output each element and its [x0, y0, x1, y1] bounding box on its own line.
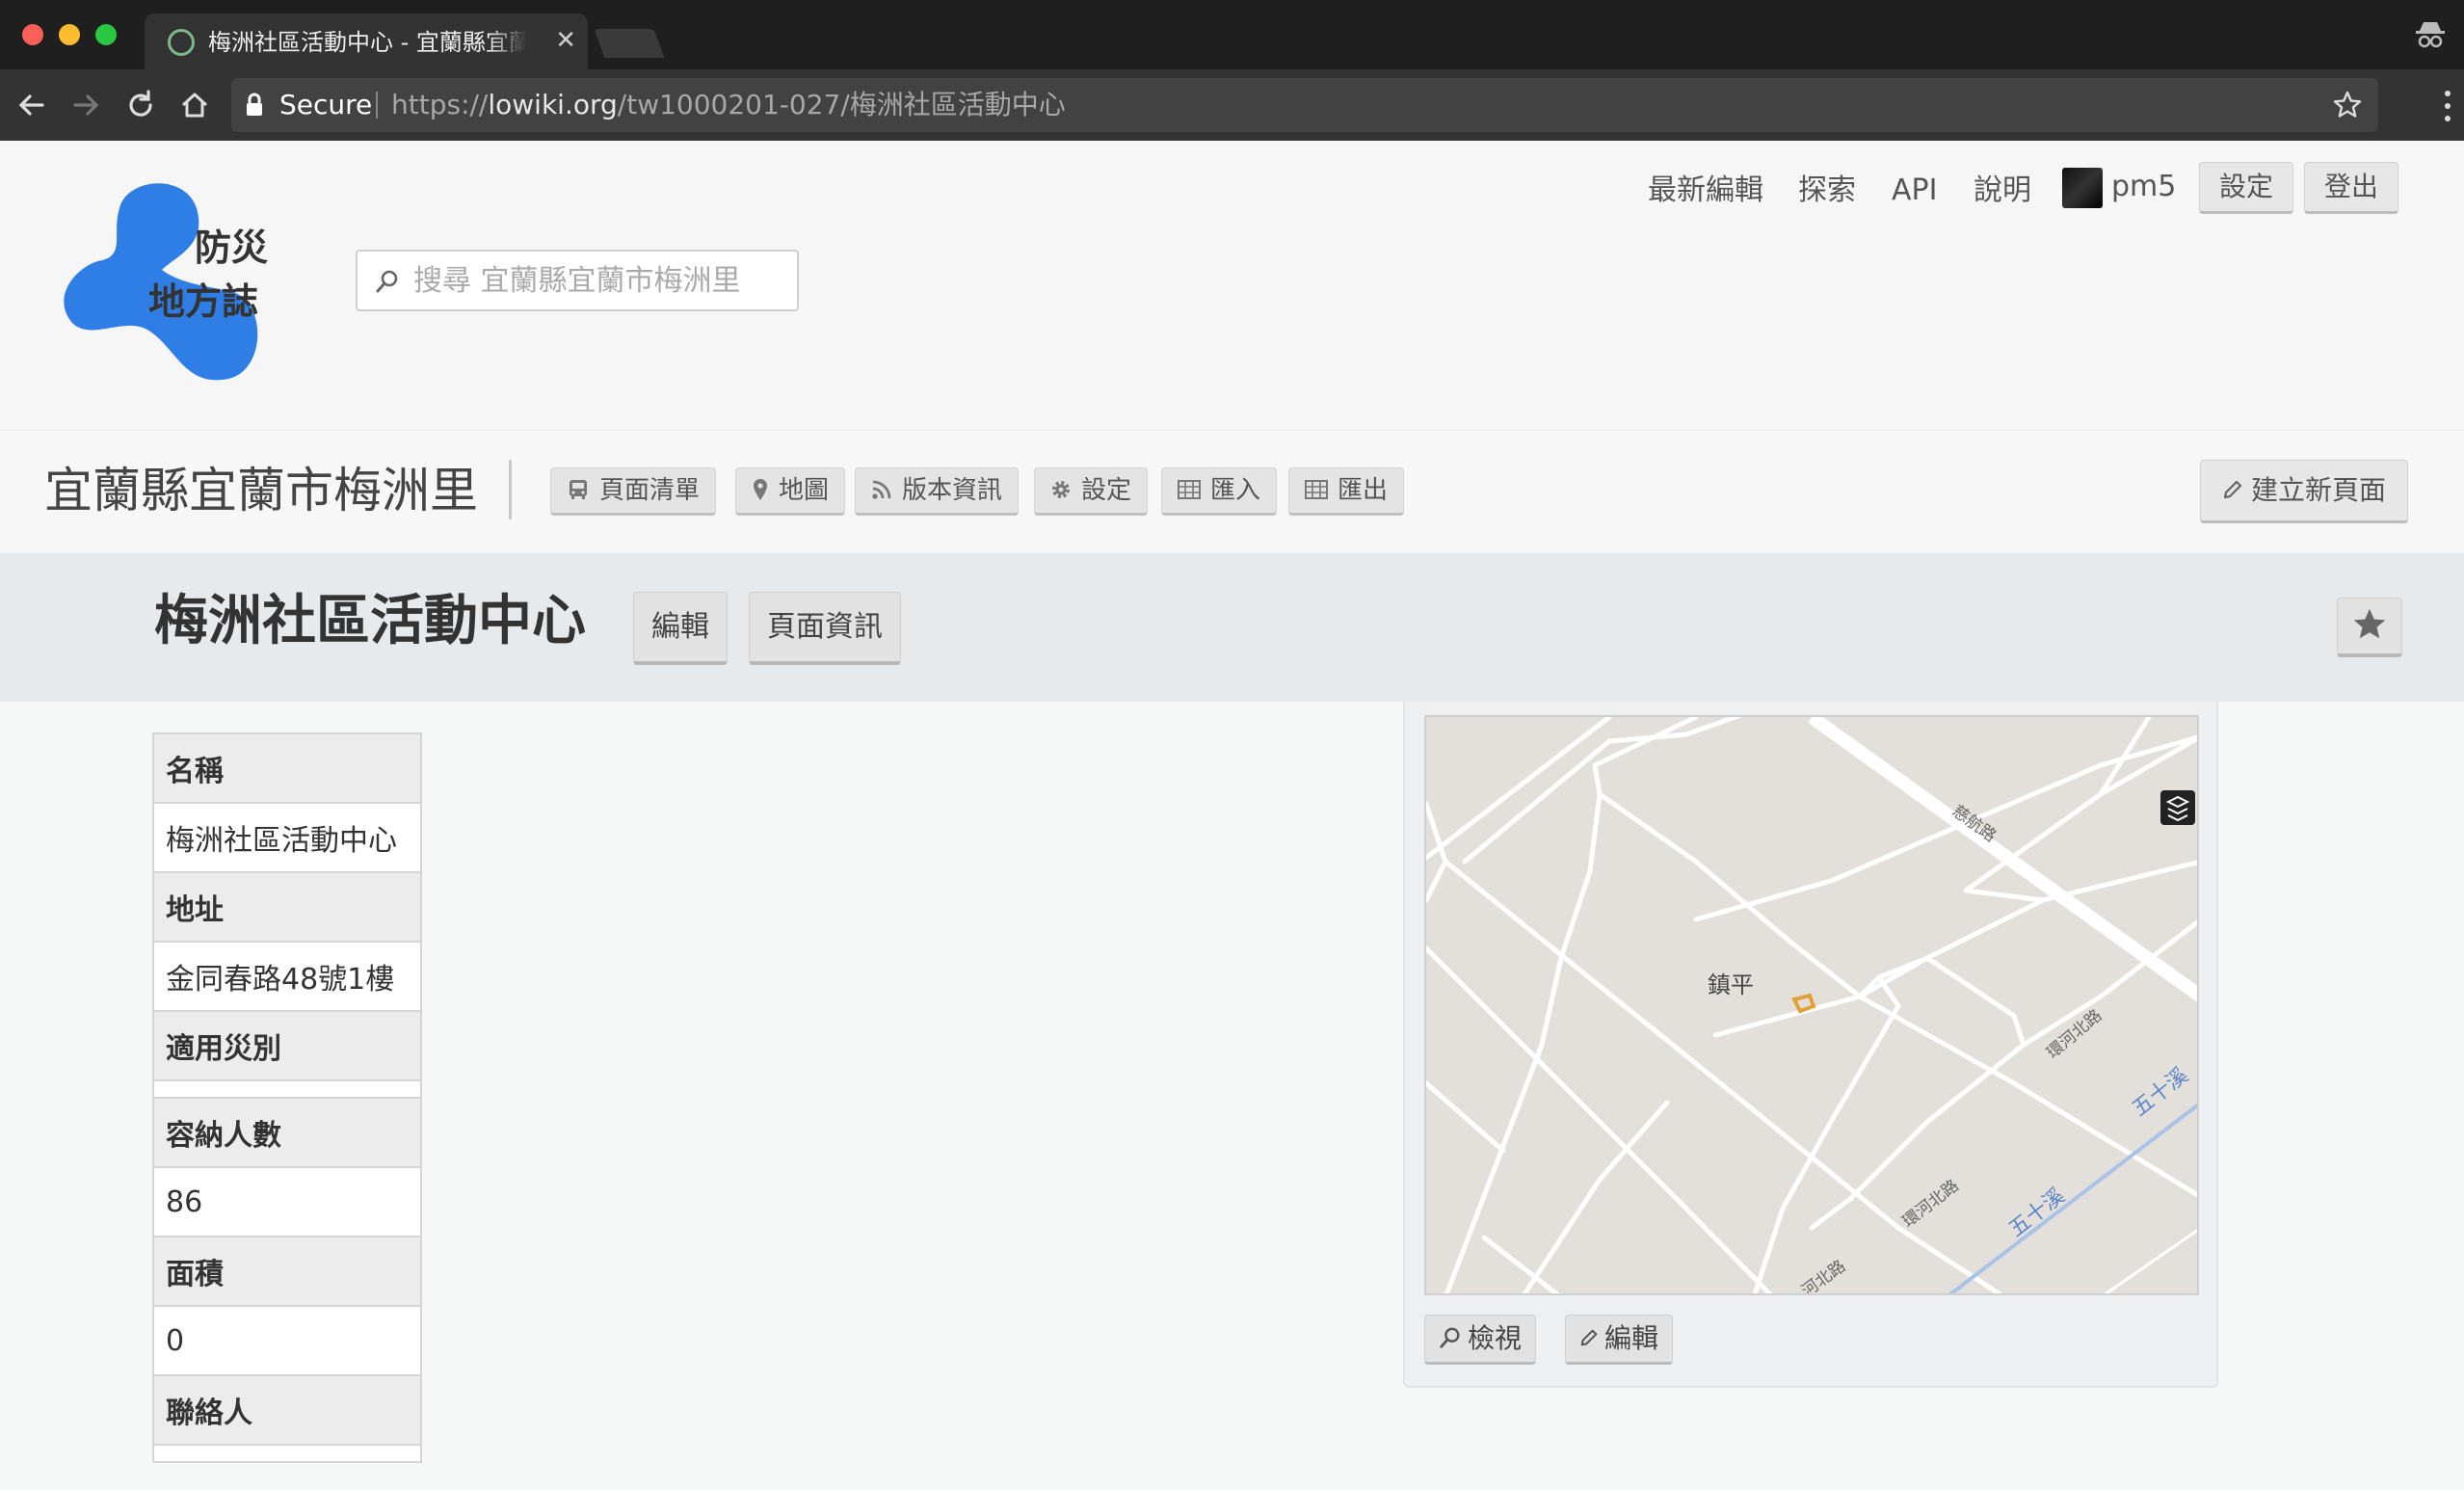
logo-text-line1: 防災 [195, 226, 268, 269]
url-path: /tw1000201-027/梅洲社區活動中心 [617, 89, 1066, 120]
region-settings-label: 設定 [1081, 476, 1132, 505]
nav-explore[interactable]: 探索 [1798, 173, 1856, 208]
disaster-type-label: 適用災別 [152, 1010, 422, 1081]
forward-arrow-icon[interactable] [67, 87, 104, 123]
layers-icon[interactable] [2160, 790, 2195, 825]
region-title[interactable]: 宜蘭縣宜蘭市梅洲里 [44, 462, 478, 519]
nav-help[interactable]: 說明 [1974, 173, 2031, 208]
new-tab-button[interactable] [594, 29, 665, 58]
changes-button[interactable]: 版本資訊 [855, 467, 1020, 516]
browser-toolbar: Secure https://lowiki.org/tw1000201-027/… [0, 69, 2464, 141]
url-text: https://lowiki.org/tw1000201-027/梅洲社區活動中… [391, 90, 1066, 120]
tab-title: 梅洲社區活動中心 - 宜蘭縣宜蘭市梅洲里 [208, 29, 526, 56]
reload-icon[interactable] [122, 87, 159, 123]
url-host: lowiki.org [488, 89, 618, 120]
table-icon [1178, 479, 1201, 499]
map-button[interactable]: 地圖 [735, 467, 846, 516]
region-divider [509, 460, 512, 519]
area-value: 0 [152, 1305, 422, 1376]
address-label: 地址 [152, 871, 422, 943]
minimize-window-button[interactable] [59, 24, 80, 45]
region-bar: 宜蘭縣宜蘭市梅洲里 頁面清單 地圖 版本資訊 設定 匯入 匯出 建立新頁面 [0, 430, 2464, 553]
area-label: 面積 [152, 1236, 422, 1307]
address-bar[interactable]: Secure https://lowiki.org/tw1000201-027/… [231, 78, 2378, 132]
incognito-icon [2416, 22, 2445, 48]
address-separator [376, 92, 378, 119]
create-page-label: 建立新頁面 [2250, 474, 2386, 506]
page-title: 梅洲社區活動中心 [154, 590, 586, 652]
home-icon[interactable] [176, 87, 213, 123]
export-button[interactable]: 匯出 [1288, 467, 1405, 516]
contact-label: 聯絡人 [152, 1374, 422, 1446]
bus-icon [570, 479, 587, 499]
page-info-button[interactable]: 頁面資訊 [749, 592, 901, 665]
avatar[interactable] [2062, 168, 2103, 208]
edit-page-button[interactable]: 編輯 [633, 592, 728, 665]
page-title-bar: 梅洲社區活動中心 編輯 頁面資訊 [0, 553, 2464, 702]
import-button[interactable]: 匯入 [1161, 467, 1278, 516]
table-icon [1305, 479, 1328, 499]
nav-api[interactable]: API [1892, 173, 1937, 208]
map-marker-icon [754, 478, 767, 500]
page-list-label: 頁面清單 [599, 476, 701, 505]
capacity-value: 86 [152, 1166, 422, 1237]
pencil-icon [2223, 480, 2242, 499]
nav-recent-edits[interactable]: 最新編輯 [1648, 173, 1763, 208]
map[interactable]: 鎮平 慈航路 環河北路 環河北路 河北路 五十溪 五十溪 [1424, 715, 2199, 1295]
map-place-label: 鎮平 [1708, 971, 1754, 998]
maximize-window-button[interactable] [95, 24, 117, 45]
logo-text-line2: 地方誌 [148, 280, 258, 323]
close-window-button[interactable] [22, 24, 43, 45]
rss-icon [872, 480, 891, 499]
browser-tab[interactable]: 梅洲社區活動中心 - 宜蘭縣宜蘭市梅洲里 ✕ [145, 13, 588, 69]
browser-menu-icon[interactable] [2443, 89, 2452, 123]
page-list-button[interactable]: 頁面清單 [550, 467, 717, 516]
contact-value [152, 1444, 422, 1463]
name-value: 梅洲社區活動中心 [152, 802, 422, 873]
changes-label: 版本資訊 [902, 476, 1003, 505]
site-logo[interactable]: 防災 地方誌 [62, 179, 283, 387]
map-view-button[interactable]: 檢視 [1424, 1315, 1537, 1365]
site-header: 防災 地方誌 最新編輯 探索 API 說明 pm5 設定 登出 [0, 141, 2464, 430]
name-label: 名稱 [152, 732, 422, 804]
info-table: 名稱 梅洲社區活動中心 地址 金同春路48號1樓 適用災別 容納人數 86 面積… [152, 732, 422, 1463]
map-panel: 鎮平 慈航路 環河北路 環河北路 河北路 五十溪 五十溪 檢視 編輯 [1403, 702, 2218, 1388]
star-icon [2353, 608, 2386, 639]
tab-close-icon[interactable]: ✕ [555, 26, 576, 55]
search-icon [1440, 1327, 1460, 1348]
back-arrow-icon[interactable] [13, 87, 50, 123]
username-link[interactable]: pm5 [2111, 170, 2176, 204]
map-label: 地圖 [779, 476, 830, 505]
pencil-icon [1580, 1329, 1598, 1346]
map-edit-button[interactable]: 編輯 [1565, 1315, 1674, 1365]
search-input[interactable] [411, 259, 787, 302]
import-label: 匯入 [1210, 476, 1261, 505]
address-value: 金同春路48號1樓 [152, 941, 422, 1012]
disaster-type-value [152, 1079, 422, 1099]
lock-icon [247, 93, 262, 116]
secure-label: Secure [279, 89, 373, 120]
region-settings-button[interactable]: 設定 [1034, 467, 1149, 516]
bookmark-star-icon[interactable] [2332, 90, 2363, 120]
gear-icon [1052, 480, 1070, 498]
search-box[interactable] [356, 250, 799, 311]
capacity-label: 容納人數 [152, 1097, 422, 1168]
page-content: 名稱 梅洲社區活動中心 地址 金同春路48號1樓 適用災別 容納人數 86 面積… [0, 702, 2464, 1490]
map-canvas: 鎮平 慈航路 環河北路 環河北路 河北路 五十溪 五十溪 [1426, 717, 2197, 1293]
favicon-icon [168, 29, 195, 56]
browser-tab-bar: 梅洲社區活動中心 - 宜蘭縣宜蘭市梅洲里 ✕ [0, 0, 2464, 69]
logout-button[interactable]: 登出 [2304, 162, 2399, 214]
map-view-label: 檢視 [1468, 1322, 1523, 1354]
map-edit-label: 編輯 [1604, 1322, 1659, 1354]
search-icon [376, 270, 398, 293]
url-scheme: https:// [391, 89, 489, 120]
settings-button[interactable]: 設定 [2199, 162, 2294, 214]
create-page-button[interactable]: 建立新頁面 [2199, 460, 2408, 523]
export-label: 匯出 [1338, 476, 1389, 505]
follow-star-button[interactable] [2337, 598, 2402, 657]
